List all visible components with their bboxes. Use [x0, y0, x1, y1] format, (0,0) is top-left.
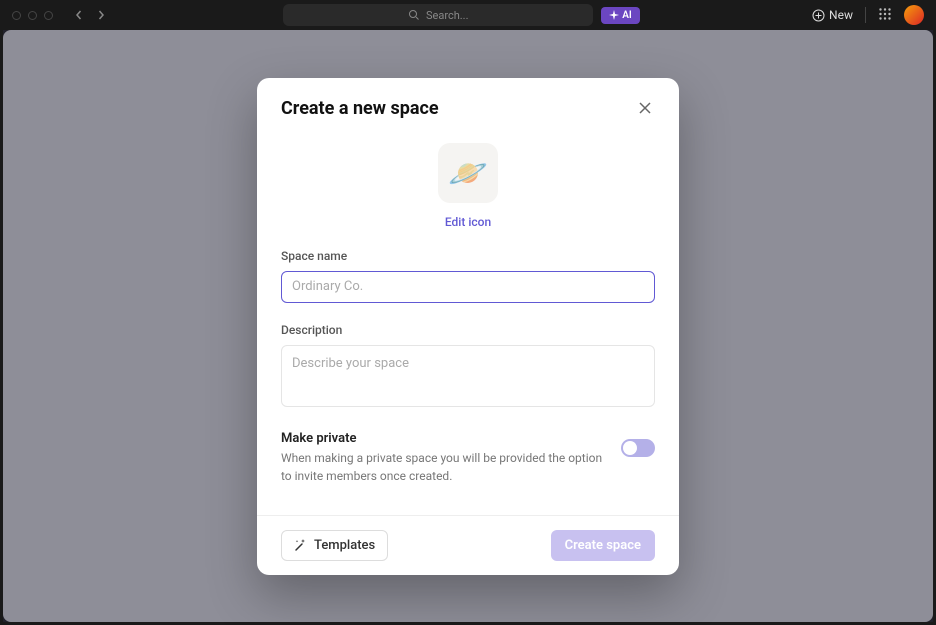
maximize-window-icon[interactable]	[44, 11, 53, 20]
close-window-icon[interactable]	[12, 11, 21, 20]
privacy-toggle[interactable]	[621, 439, 655, 457]
new-button[interactable]: New	[812, 8, 853, 22]
window-controls	[12, 11, 53, 20]
forward-button[interactable]	[91, 5, 111, 25]
apps-button[interactable]	[878, 6, 892, 25]
close-icon	[638, 101, 652, 115]
space-name-label: Space name	[281, 249, 655, 263]
modal-header: Create a new space	[257, 78, 679, 119]
create-space-modal: Create a new space 🪐 Edit icon Space nam…	[257, 78, 679, 575]
description-input[interactable]	[281, 345, 655, 407]
templates-button[interactable]: Templates	[281, 530, 388, 561]
new-label: New	[829, 8, 853, 22]
close-button[interactable]	[635, 98, 655, 118]
minimize-window-icon[interactable]	[28, 11, 37, 20]
planet-icon: 🪐	[448, 154, 488, 192]
avatar[interactable]	[904, 5, 924, 25]
privacy-title: Make private	[281, 431, 605, 446]
icon-section: 🪐 Edit icon	[257, 119, 679, 249]
topbar: Search... AI New	[0, 0, 936, 30]
nav-arrows	[69, 5, 111, 25]
ai-label: AI	[622, 10, 632, 21]
modal-title: Create a new space	[281, 98, 439, 119]
grid-icon	[878, 7, 892, 21]
divider	[865, 7, 866, 23]
edit-icon-link[interactable]: Edit icon	[445, 215, 491, 229]
space-icon-preview[interactable]: 🪐	[438, 143, 498, 203]
search-input[interactable]: Search...	[283, 4, 593, 26]
sparkle-icon	[609, 10, 619, 20]
privacy-row: Make private When making a private space…	[281, 431, 655, 515]
back-button[interactable]	[69, 5, 89, 25]
plus-circle-icon	[812, 9, 825, 22]
description-label: Description	[281, 323, 655, 337]
templates-label: Templates	[314, 538, 375, 553]
main-area: Create a new space 🪐 Edit icon Space nam…	[3, 30, 933, 622]
modal-overlay[interactable]: Create a new space 🪐 Edit icon Space nam…	[3, 30, 933, 622]
create-space-button[interactable]: Create space	[551, 530, 655, 561]
search-placeholder: Search...	[426, 9, 469, 22]
wand-icon	[294, 538, 308, 552]
modal-footer: Templates Create space	[257, 515, 679, 575]
toggle-knob	[623, 441, 637, 455]
ai-button[interactable]: AI	[601, 7, 640, 24]
privacy-description: When making a private space you will be …	[281, 449, 605, 485]
space-name-input[interactable]	[281, 271, 655, 303]
search-icon	[408, 9, 420, 21]
